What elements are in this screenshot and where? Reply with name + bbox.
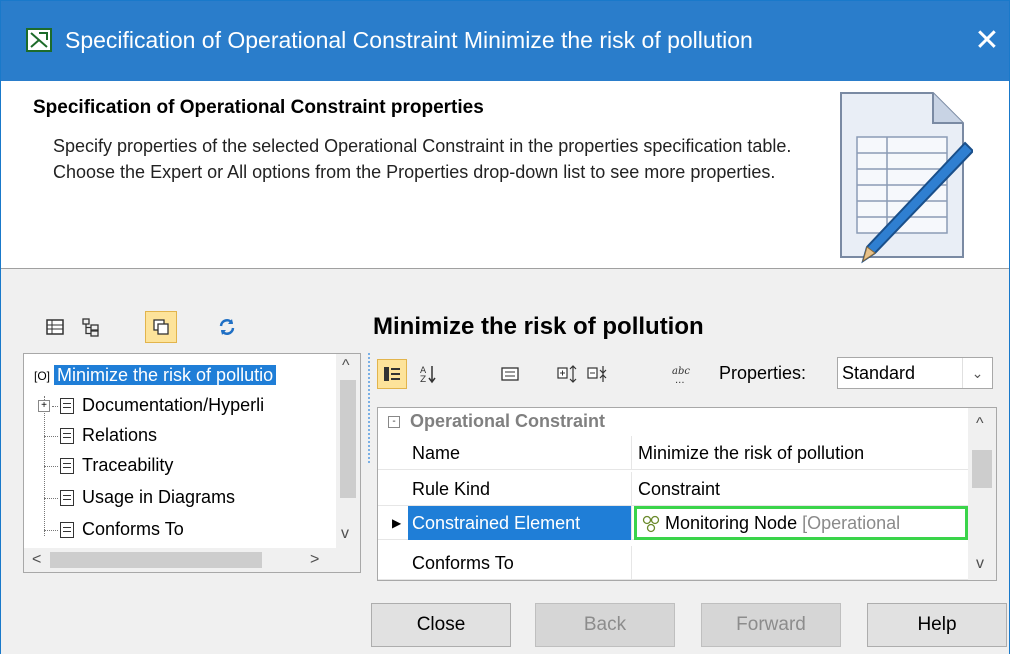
- property-icon: [60, 522, 74, 539]
- tree-connector: [44, 435, 58, 437]
- expand-icon[interactable]: +: [38, 400, 50, 413]
- tree-item-usage-in-diagrams[interactable]: Usage in Diagrams: [44, 482, 235, 512]
- scroll-up-icon[interactable]: ^: [342, 358, 350, 374]
- sort-alphabetical-icon[interactable]: AZ: [413, 359, 443, 389]
- window-title: Specification of Operational Constraint …: [65, 27, 753, 53]
- tree-root-label: Minimize the risk of pollutio: [54, 365, 277, 385]
- header-description: Specify properties of the selected Opera…: [53, 136, 792, 182]
- expand-all-icon[interactable]: [553, 359, 583, 389]
- tree-item-label: Usage in Diagrams: [82, 487, 236, 507]
- panel-title: Minimize the risk of pollution: [373, 313, 704, 340]
- grid-row-key: Conforms To: [408, 546, 632, 580]
- dialog-body: [O] Minimize the risk of pollutio + Docume…: [1, 269, 1009, 654]
- scroll-left-icon[interactable]: <: [32, 552, 41, 568]
- back-button[interactable]: Back: [535, 603, 675, 647]
- grid-row-value[interactable]: Constraint: [634, 472, 968, 506]
- forward-button[interactable]: Forward: [701, 603, 841, 647]
- tree-view-icon[interactable]: [75, 311, 107, 343]
- scroll-down-icon[interactable]: v: [341, 526, 349, 542]
- scrollbar-thumb[interactable]: [972, 450, 992, 488]
- document-pencil-icon: [840, 92, 973, 264]
- chevron-down-icon[interactable]: ⌄: [962, 358, 992, 388]
- text-format-icon[interactable]: abc...: [667, 359, 697, 389]
- description-view-icon[interactable]: [495, 359, 525, 389]
- properties-grid: - Operational Constraint Name Minimize th…: [377, 407, 997, 581]
- grid-row-value[interactable]: Minimize the risk of pollution: [634, 436, 968, 470]
- tree-item-relations[interactable]: Relations: [44, 420, 157, 450]
- tree-item-label: Documentation/Hyperli: [82, 395, 265, 415]
- property-icon: [60, 490, 74, 507]
- table-view-icon[interactable]: [39, 311, 71, 343]
- title-bar: Specification of Operational Constraint …: [1, 1, 1009, 81]
- tree-item-label: Relations: [82, 425, 158, 445]
- grid-row-value[interactable]: [634, 546, 968, 580]
- properties-dropdown[interactable]: Standard ⌄: [837, 357, 993, 389]
- navigation-tree: [O] Minimize the risk of pollutio + Docume…: [23, 353, 361, 573]
- tree-connector: [44, 465, 58, 467]
- tree-item-traceability[interactable]: Traceability: [44, 450, 173, 480]
- refresh-icon[interactable]: [211, 311, 243, 343]
- constrained-element-name: Monitoring Node: [665, 513, 798, 533]
- collapse-all-icon[interactable]: [583, 359, 613, 389]
- scrollbar-thumb[interactable]: [50, 552, 262, 568]
- operational-node-icon: [642, 516, 660, 533]
- grid-row-constrained-element[interactable]: ▶ Constrained Element Monitoring Node [O…: [378, 506, 968, 540]
- tree-root[interactable]: [O] Minimize the risk of pollutio: [34, 360, 277, 390]
- grid-row-value[interactable]: Monitoring Node [Operational: [634, 506, 968, 540]
- grid-row-key: Constrained Element: [408, 506, 632, 540]
- grid-row-conforms-to[interactable]: Conforms To: [378, 546, 968, 580]
- grid-vertical-scrollbar[interactable]: ^ v: [968, 408, 996, 580]
- tree-connector: [44, 497, 58, 499]
- property-icon: [60, 398, 74, 415]
- help-button[interactable]: Help: [867, 603, 1007, 647]
- grid-section-header[interactable]: - Operational Constraint: [378, 408, 968, 434]
- tree-horizontal-scrollbar[interactable]: < >: [24, 548, 360, 572]
- tree-item-conforms-to[interactable]: Conforms To: [44, 514, 184, 544]
- properties-toolbar: AZ abc... Properties: Standard ⌄: [377, 355, 997, 395]
- svg-text:...: ...: [675, 375, 685, 384]
- close-window-icon[interactable]: ✕: [965, 11, 1009, 71]
- copy-icon[interactable]: [145, 311, 177, 343]
- grid-row-rule-kind[interactable]: Rule Kind Constraint: [378, 472, 968, 506]
- dialog-header: Specification of Operational Constraint …: [1, 81, 1009, 269]
- app-icon: [26, 28, 52, 52]
- constrained-element-type: [Operational: [802, 513, 901, 533]
- categorized-view-icon[interactable]: [377, 359, 407, 389]
- tree-connector: [52, 405, 58, 407]
- collapse-icon[interactable]: -: [388, 416, 400, 429]
- properties-label: Properties:: [719, 363, 807, 383]
- property-icon: [60, 458, 74, 475]
- scroll-up-icon[interactable]: ^: [976, 416, 984, 432]
- properties-dropdown-value: Standard: [842, 363, 916, 383]
- grid-row-name[interactable]: Name Minimize the risk of pollution: [378, 436, 968, 470]
- grid-row-key: Name: [408, 436, 632, 470]
- tree-root-badge: [O]: [34, 369, 51, 384]
- tree-item-label: Conforms To: [82, 519, 184, 539]
- scrollbar-thumb[interactable]: [340, 380, 356, 498]
- specification-dialog: Specification of Operational Constraint …: [0, 0, 1010, 654]
- header-title: Specification of Operational Constraint …: [33, 97, 484, 118]
- tree-item-documentation[interactable]: + Documentation/Hyperli: [38, 390, 264, 420]
- close-button[interactable]: Close: [371, 603, 511, 647]
- panel-splitter[interactable]: [368, 353, 371, 463]
- row-marker-icon: ▶: [392, 516, 402, 530]
- property-icon: [60, 428, 74, 445]
- tree-connector: [44, 529, 58, 531]
- grid-row-key: Rule Kind: [408, 472, 632, 506]
- tree-vertical-scrollbar[interactable]: ^ v: [336, 354, 360, 550]
- section-label: Operational Constraint: [410, 411, 606, 431]
- scroll-down-icon[interactable]: v: [976, 556, 984, 572]
- svg-text:Z: Z: [420, 375, 426, 384]
- scroll-right-icon[interactable]: >: [310, 552, 319, 568]
- tree-item-label: Traceability: [82, 455, 174, 475]
